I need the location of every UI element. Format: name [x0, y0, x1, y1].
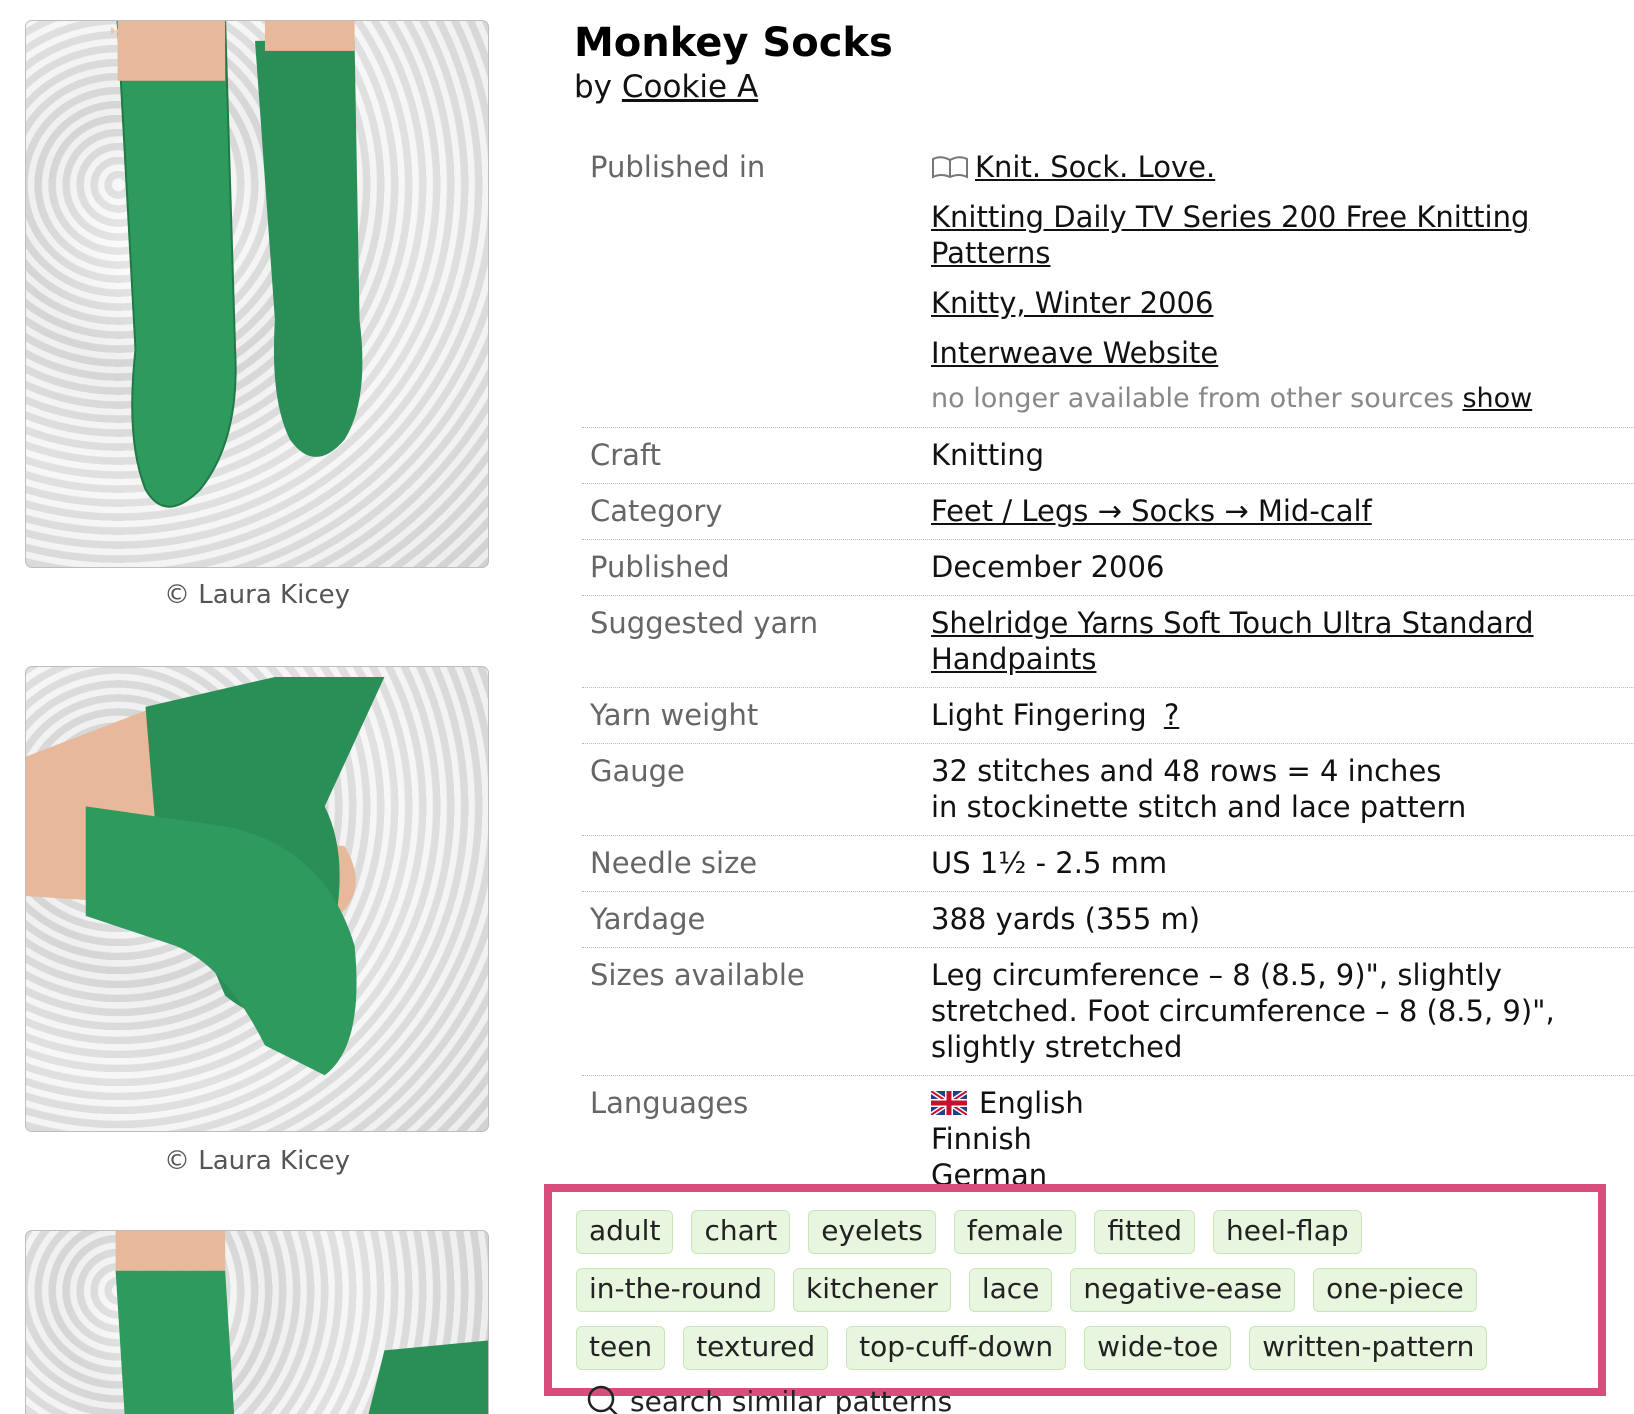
designer-link[interactable]: Cookie A: [622, 69, 758, 105]
row-value: Leg circumference – 8 (8.5, 9)", slightl…: [931, 958, 1555, 1064]
gauge-line: in stockinette stitch and lace pattern: [931, 790, 1467, 824]
pattern-photo[interactable]: [25, 1230, 489, 1414]
row-label: Published in: [590, 150, 766, 184]
pattern-photo[interactable]: [25, 666, 489, 1132]
row-yardage: Yardage 388 yards (355 m): [582, 892, 1634, 948]
language-item: Finnish: [931, 1122, 1032, 1156]
tag-lace[interactable]: lace: [968, 1268, 1053, 1312]
by-prefix: by: [574, 69, 613, 105]
pattern-header: Monkey Socks by Cookie A: [574, 18, 1634, 106]
row-label: Published: [590, 550, 730, 584]
row-label: Craft: [590, 438, 662, 472]
tag-written-pattern[interactable]: written-pattern: [1249, 1326, 1488, 1370]
tag-heel-flap[interactable]: heel-flap: [1212, 1210, 1362, 1254]
uk-flag-icon: [931, 1091, 967, 1115]
row-value: 388 yards (355 m): [931, 902, 1201, 936]
sock-illustration: [26, 676, 385, 1076]
row-value: Feet / Legs → Socks → Mid-calf: [931, 493, 1634, 529]
row-suggested-yarn: Suggested yarn Shelridge Yarns Soft Touc…: [582, 596, 1634, 688]
tag-one-piece[interactable]: one-piece: [1313, 1268, 1477, 1312]
tag-in-the-round[interactable]: in-the-round: [576, 1268, 775, 1312]
tag-female[interactable]: female: [953, 1210, 1077, 1254]
publication-link[interactable]: Knitty, Winter 2006: [931, 285, 1594, 321]
pattern-photo[interactable]: [25, 20, 489, 568]
yarn-link[interactable]: Shelridge Yarns Soft Touch Ultra Standar…: [931, 606, 1534, 676]
publication-link[interactable]: Knitting Daily TV Series 200 Free Knitti…: [931, 199, 1594, 271]
row-label: Yarn weight: [590, 698, 759, 732]
pattern-details-table: Published in Knit. Sock. Love. Knitting …: [582, 140, 1634, 1203]
row-category: Category Feet / Legs → Socks → Mid-calf: [582, 484, 1634, 540]
language-item: English: [931, 1085, 1594, 1121]
row-value: Knit. Sock. Love. Knitting Daily TV Seri…: [931, 149, 1634, 417]
search-similar-label: search similar patterns: [630, 1384, 953, 1414]
row-yarn-weight: Yarn weight Light Fingering ?: [582, 688, 1634, 744]
row-label: Sizes available: [590, 958, 805, 992]
search-icon: [587, 1385, 618, 1414]
row-published-in: Published in Knit. Sock. Love. Knitting …: [582, 140, 1634, 428]
byline: by Cookie A: [574, 68, 1634, 106]
tag-kitchener[interactable]: kitchener: [792, 1268, 951, 1312]
row-label: Needle size: [590, 846, 758, 880]
tag-negative-ease[interactable]: negative-ease: [1070, 1268, 1296, 1312]
book-icon: [932, 156, 968, 179]
gauge-line: 32 stitches and 48 rows = 4 inches: [931, 754, 1442, 788]
row-value: Shelridge Yarns Soft Touch Ultra Standar…: [931, 605, 1634, 677]
row-craft: Craft Knitting: [582, 428, 1634, 484]
row-label: Languages: [590, 1086, 749, 1120]
row-label: Suggested yarn: [590, 606, 819, 640]
row-gauge: Gauge 32 stitches and 48 rows = 4 inches…: [582, 744, 1634, 836]
photo-credit: © Laura Kicey: [164, 580, 350, 610]
tag-adult[interactable]: adult: [576, 1210, 674, 1254]
row-value: December 2006: [931, 550, 1165, 584]
row-value: 32 stitches and 48 rows = 4 inches in st…: [931, 753, 1634, 825]
tag-wide-toe[interactable]: wide-toe: [1084, 1326, 1232, 1370]
sock-illustration: [110, 21, 363, 508]
row-needle-size: Needle size US 1½ - 2.5 mm: [582, 836, 1634, 892]
tag-list: adult chart eyelets female fitted heel-f…: [576, 1210, 1578, 1414]
row-label: Yardage: [590, 902, 706, 936]
publication-link[interactable]: Interweave Website: [931, 335, 1594, 371]
show-link[interactable]: show: [1462, 383, 1532, 414]
tag-teen[interactable]: teen: [576, 1326, 666, 1370]
row-value: English Finnish German: [931, 1085, 1634, 1193]
no-longer-available-note: no longer available from other sources s…: [931, 381, 1594, 417]
row-sizes-available: Sizes available Leg circumference – 8 (8…: [582, 948, 1634, 1076]
search-similar-patterns-link[interactable]: search similar patterns: [586, 1384, 952, 1414]
row-label: Gauge: [590, 754, 685, 788]
category-link[interactable]: Feet / Legs → Socks → Mid-calf: [931, 494, 1372, 528]
photo-column: © Laura Kicey © Laura Kicey: [0, 0, 520, 1414]
row-value: Light Fingering ?: [931, 697, 1634, 733]
pattern-title: Monkey Socks: [574, 20, 893, 66]
row-label: Category: [590, 494, 723, 528]
publication-link[interactable]: Knit. Sock. Love.: [975, 150, 1215, 184]
yarn-weight-value: Light Fingering: [931, 698, 1147, 732]
tag-top-cuff-down[interactable]: top-cuff-down: [846, 1326, 1067, 1370]
pattern-attributes-box: adult chart eyelets female fitted heel-f…: [544, 1184, 1606, 1414]
row-value: Knitting: [931, 438, 1045, 472]
no-longer-text: no longer available from other sources: [931, 383, 1454, 414]
row-value: US 1½ - 2.5 mm: [931, 846, 1168, 880]
row-published: Published December 2006: [582, 540, 1634, 596]
photo-credit: © Laura Kicey: [164, 1146, 350, 1176]
tag-textured[interactable]: textured: [683, 1326, 829, 1370]
sock-illustration: [115, 1231, 488, 1414]
yarn-weight-help-link[interactable]: ?: [1164, 698, 1179, 732]
tag-eyelets[interactable]: eyelets: [808, 1210, 936, 1254]
tag-chart[interactable]: chart: [691, 1210, 791, 1254]
tag-fitted[interactable]: fitted: [1094, 1210, 1195, 1254]
